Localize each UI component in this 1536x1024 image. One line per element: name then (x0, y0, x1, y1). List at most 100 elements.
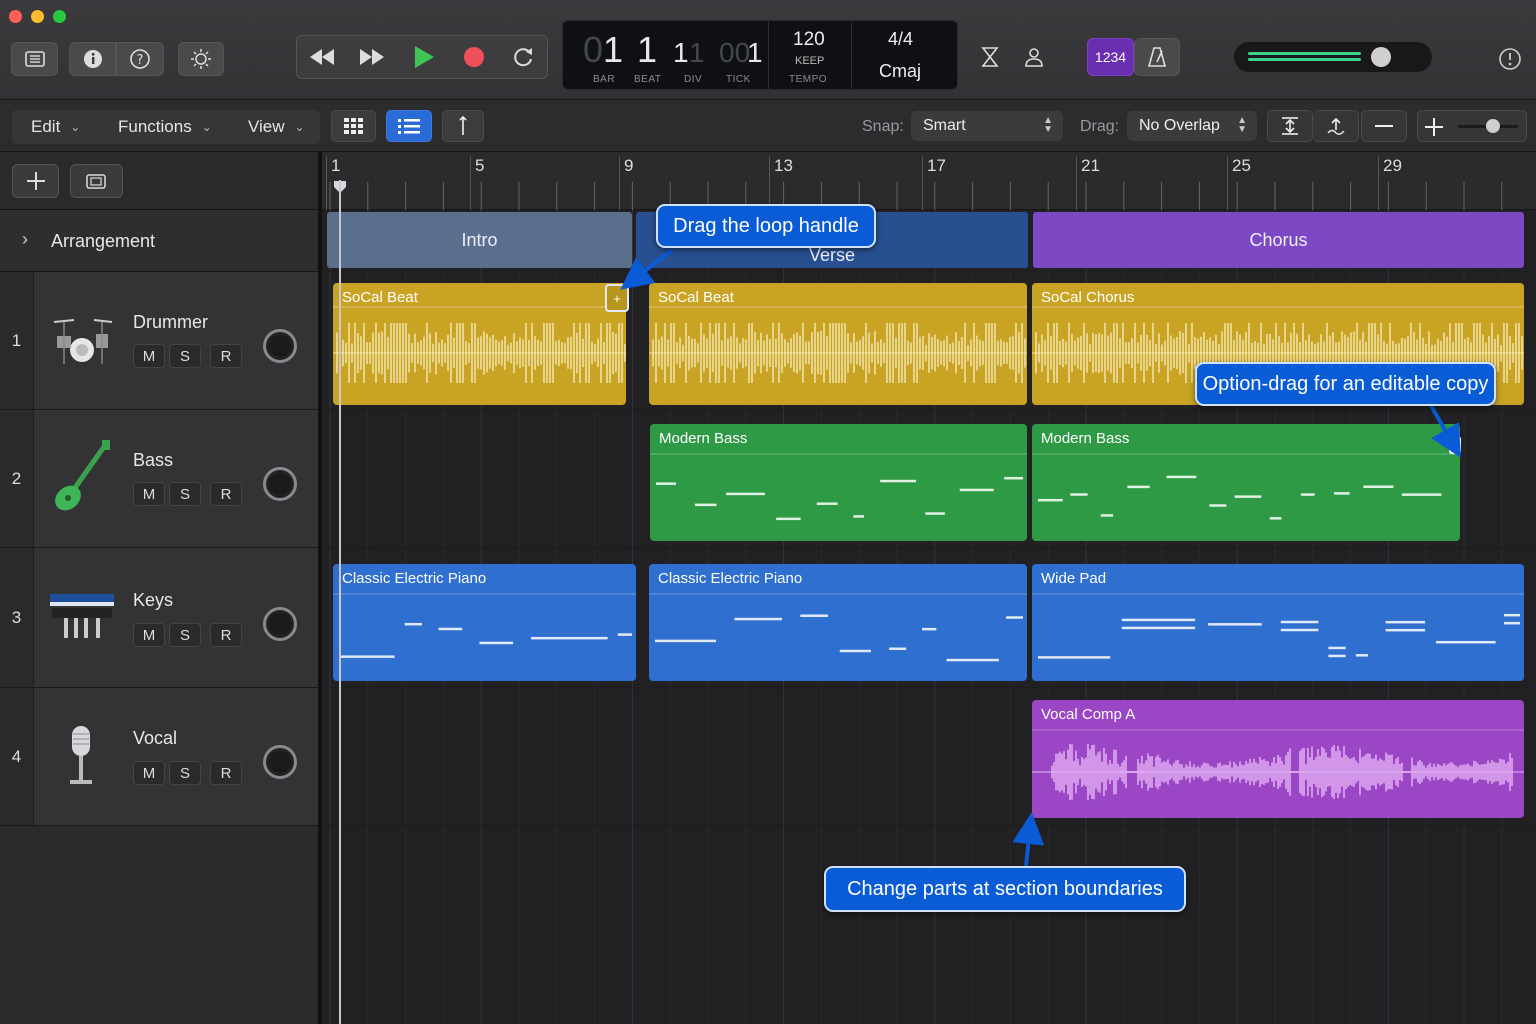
zoom-out-button[interactable] (1361, 110, 1407, 142)
volume-knob[interactable] (263, 745, 297, 779)
region-drummer[interactable]: SoCal Beat (649, 283, 1027, 405)
snap-select[interactable]: Smart ▲ ▼ (911, 111, 1063, 141)
minus-icon (1375, 125, 1393, 127)
up-down-chevron-icon: ▲ ▼ (1237, 115, 1247, 135)
help-icon: ? (130, 49, 150, 69)
region-name: Vocal Comp A (1041, 706, 1136, 723)
region-name: Classic Electric Piano (342, 570, 487, 587)
ruler-bar-29: 29 (1378, 156, 1402, 210)
grid-view-button[interactable] (331, 110, 376, 142)
playhead-line[interactable] (339, 180, 341, 1024)
region-bass[interactable]: Modern Bass (1032, 424, 1460, 541)
info-icon (83, 50, 102, 68)
record-enable-button[interactable]: R (210, 761, 242, 785)
chevron-right-icon[interactable]: › (22, 229, 28, 250)
edit-menu[interactable]: Edit ⌄ (31, 111, 80, 143)
solo-button[interactable]: S (169, 344, 201, 368)
volume-knob[interactable] (263, 329, 297, 363)
list-view-button[interactable] (386, 110, 432, 142)
library-button[interactable] (11, 42, 58, 76)
duplicate-track-button[interactable] (70, 164, 123, 198)
pointer-tool-button[interactable] (442, 110, 484, 142)
solo-button[interactable]: S (169, 623, 201, 647)
mute-button[interactable]: M (133, 482, 165, 506)
region-drummer[interactable]: SoCal Beat (333, 283, 626, 405)
quick-help-button[interactable]: ? (116, 42, 164, 76)
track-header-keys[interactable]: 3 Keys M S R (0, 548, 320, 688)
mute-button[interactable]: M (133, 623, 165, 647)
play-button[interactable] (399, 36, 449, 78)
track-name[interactable]: Keys (133, 590, 173, 611)
volume-knob[interactable] (263, 467, 297, 501)
section-label: Chorus (1249, 229, 1308, 250)
vertical-zoom-icon (1282, 117, 1298, 135)
region-name: SoCal Beat (658, 289, 734, 306)
track-header-drummer[interactable]: 1 Drummer M S R (0, 272, 320, 410)
solo-mode-button[interactable] (1012, 38, 1056, 76)
functions-menu[interactable]: Functions ⌄ (118, 111, 212, 143)
count-in-button[interactable]: 1234 (1087, 38, 1134, 76)
snap-label: Snap: (862, 118, 904, 135)
view-menu[interactable]: View ⌄ (248, 111, 305, 143)
waveform-zoom-button[interactable] (1313, 110, 1359, 142)
close-window-button[interactable] (9, 10, 22, 23)
cursor-icon (459, 115, 467, 135)
region-name: Wide Pad (1041, 570, 1107, 587)
loop-handle[interactable]: + (605, 284, 629, 312)
arrangement-track-header[interactable]: › Arrangement (0, 210, 320, 272)
tuner-button[interactable] (968, 38, 1012, 76)
track-number: 4 (0, 688, 34, 825)
section-label: Intro (461, 229, 498, 250)
bar-ruler[interactable]: 1 5 9 13 17 21 25 29 (322, 152, 1536, 210)
mute-button[interactable]: M (133, 761, 165, 785)
section-chorus[interactable]: Chorus (1033, 212, 1524, 268)
track-name[interactable]: Drummer (133, 312, 208, 333)
metronome-button[interactable] (1134, 38, 1180, 76)
tempo-mode: KEEP (795, 55, 825, 67)
fast-forward-button[interactable] (347, 36, 397, 78)
tick-value: 1 (747, 37, 763, 68)
region-keys[interactable]: Classic Electric Piano (649, 564, 1027, 681)
section-intro[interactable]: Intro (327, 212, 632, 268)
inspector-button[interactable] (69, 42, 116, 76)
record-enable-button[interactable]: R (210, 344, 242, 368)
track-header-bass[interactable]: 2 Bass M S R (0, 410, 320, 548)
fit-vertical-button[interactable] (1267, 110, 1313, 142)
track-name[interactable]: Bass (133, 450, 173, 471)
zoom-thumb[interactable] (1486, 119, 1500, 133)
lcd-display[interactable]: 0 1 1 1 1 00 1 BAR BEAT DIV TICK 120 KEE… (562, 20, 958, 91)
ruler-bar-13: 13 (769, 156, 793, 210)
horizontal-zoom-slider[interactable] (1417, 110, 1527, 142)
volume-knob[interactable] (1370, 47, 1391, 67)
solo-button[interactable]: S (169, 482, 201, 506)
solo-button[interactable]: S (169, 761, 201, 785)
ruler-bar-9: 9 (619, 156, 633, 210)
region-keys[interactable]: Wide Pad (1032, 564, 1524, 681)
record-enable-button[interactable]: R (210, 623, 242, 647)
microphone-icon (70, 726, 92, 784)
rewind-button[interactable] (297, 36, 347, 78)
smart-controls-button[interactable] (178, 42, 224, 76)
region-loop-corner[interactable] (1449, 436, 1461, 454)
track-name[interactable]: Vocal (133, 728, 177, 749)
master-volume-slider[interactable] (1234, 42, 1432, 72)
notifications-button[interactable] (1496, 45, 1524, 73)
ruler-bar-17: 17 (922, 156, 946, 210)
time-signature: 4/4 (888, 29, 914, 49)
region-vocal[interactable]: Vocal Comp A (1032, 700, 1524, 818)
record-enable-button[interactable]: R (210, 482, 242, 506)
region-keys[interactable]: Classic Electric Piano (333, 564, 636, 681)
snap-value: Smart (923, 117, 966, 134)
record-button[interactable] (449, 36, 499, 78)
add-track-button[interactable] (12, 164, 59, 198)
track-header-vocal[interactable]: 4 Vocal M S R (0, 688, 320, 826)
bass-guitar-icon (55, 440, 110, 511)
minimize-window-button[interactable] (31, 10, 44, 23)
volume-knob[interactable] (263, 607, 297, 641)
drag-select[interactable]: No Overlap ▲ ▼ (1127, 111, 1257, 141)
cycle-button[interactable] (499, 36, 547, 78)
zoom-window-button[interactable] (53, 10, 66, 23)
volume-meter-bottom (1248, 58, 1361, 61)
region-bass[interactable]: Modern Bass (650, 424, 1027, 541)
mute-button[interactable]: M (133, 344, 165, 368)
